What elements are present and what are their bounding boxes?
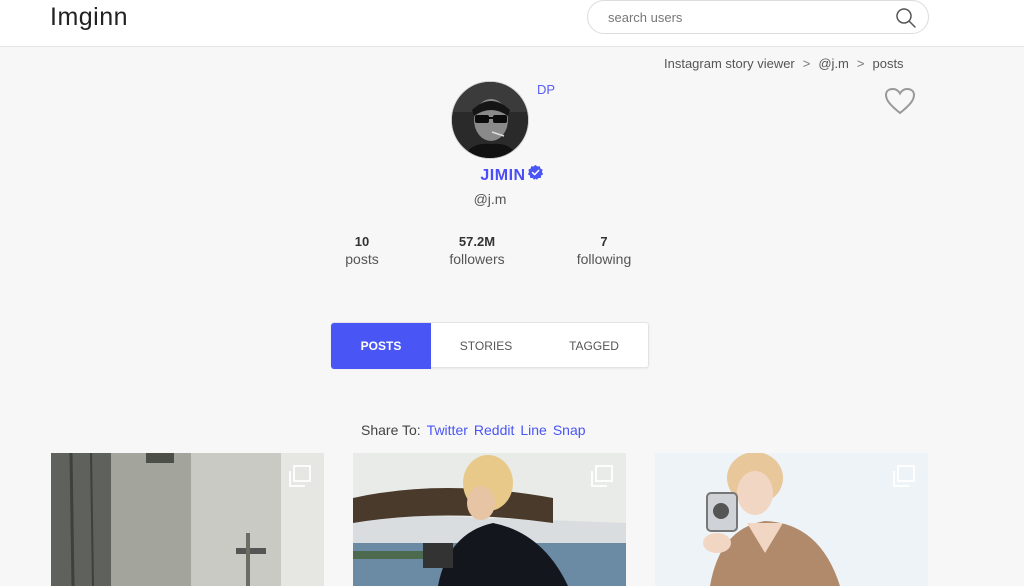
profile-tabs: POSTS STORIES TAGGED (331, 322, 649, 369)
breadcrumb-separator: > (856, 56, 865, 71)
multiple-images-icon (289, 465, 311, 487)
stat-label: following (576, 251, 632, 267)
share-bar: Share To: Twitter Reddit Line Snap (361, 422, 592, 438)
dp-link[interactable]: DP (537, 82, 555, 97)
post-image (655, 453, 928, 586)
stat-value: 7 (600, 234, 608, 249)
stat-value: 57.2M (458, 234, 496, 249)
stat-value: 10 (354, 234, 370, 249)
breadcrumb-item-viewer[interactable]: Instagram story viewer (664, 56, 795, 71)
stat-followers: 57.2M followers (440, 234, 514, 267)
stat-label: followers (449, 251, 505, 267)
avatar-image (452, 82, 528, 158)
top-header: Imginn (0, 0, 1024, 47)
post-image (353, 453, 626, 586)
search-input[interactable] (608, 7, 878, 27)
post-thumbnail[interactable] (51, 453, 324, 586)
stat-label: posts (345, 251, 379, 267)
post-thumbnail[interactable] (353, 453, 626, 586)
tab-posts[interactable]: POSTS (331, 323, 431, 369)
profile-name-row: JIMIN (0, 164, 1024, 185)
breadcrumb-item-user[interactable]: @j.m (818, 56, 849, 71)
share-line-link[interactable]: Line (520, 422, 546, 438)
post-image (51, 453, 324, 586)
stat-posts: 10 posts (335, 234, 389, 267)
verified-badge-icon (527, 164, 543, 180)
share-twitter-link[interactable]: Twitter (427, 422, 468, 438)
search-icon[interactable] (894, 6, 918, 30)
search-box[interactable] (587, 0, 929, 34)
tab-tagged[interactable]: TAGGED (540, 323, 648, 369)
profile-avatar[interactable] (451, 81, 529, 159)
tab-stories[interactable]: STORIES (432, 323, 540, 369)
multiple-images-icon (591, 465, 613, 487)
multiple-images-icon (893, 465, 915, 487)
site-logo[interactable]: Imginn (50, 3, 128, 32)
share-label: Share To: (361, 422, 421, 438)
share-snap-link[interactable]: Snap (553, 422, 586, 438)
profile-name: JIMIN (480, 167, 526, 184)
breadcrumb: Instagram story viewer > @j.m > posts (664, 56, 904, 71)
stat-following: 7 following (567, 234, 641, 267)
share-reddit-link[interactable]: Reddit (474, 422, 514, 438)
profile-handle: @j.m (473, 191, 507, 207)
heart-icon[interactable] (884, 87, 916, 115)
breadcrumb-separator: > (802, 56, 811, 71)
post-thumbnail[interactable] (655, 453, 928, 586)
breadcrumb-item-posts: posts (872, 56, 904, 71)
